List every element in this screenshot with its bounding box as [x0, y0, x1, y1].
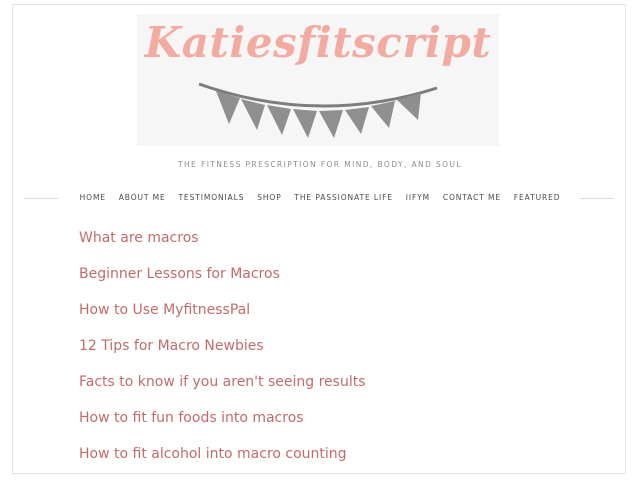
link-what-are-macros[interactable]: What are macros — [79, 230, 199, 246]
list-item: How to fit fun foods into macros — [79, 408, 366, 444]
nav-item-featured[interactable]: FEATURED — [514, 193, 561, 202]
list-item: How to Use MyfitnessPal — [79, 300, 366, 336]
site-logo[interactable]: Katiesfitscript — [137, 18, 499, 67]
nav-item-contact-me[interactable]: CONTACT ME — [443, 193, 501, 202]
main-nav: HOME ABOUT ME TESTIMONIALS SHOP THE PASS… — [0, 193, 640, 202]
list-item: Beginner Lessons for Macros — [79, 264, 366, 300]
nav-item-shop[interactable]: SHOP — [257, 193, 281, 202]
link-fun-foods[interactable]: How to fit fun foods into macros — [79, 410, 304, 426]
site-tagline: THE FITNESS PRESCRIPTION FOR MIND, BODY,… — [178, 160, 462, 169]
list-item: What are macros — [79, 228, 366, 264]
list-item: 12 Tips for Macro Newbies — [79, 336, 366, 372]
link-how-to-use-myfitnesspal[interactable]: How to Use MyfitnessPal — [79, 302, 250, 318]
nav-item-the-passionate-life[interactable]: THE PASSIONATE LIFE — [294, 193, 393, 202]
macro-article-list: What are macros Beginner Lessons for Mac… — [79, 228, 366, 480]
nav-item-home[interactable]: HOME — [80, 193, 106, 202]
nav-item-testimonials[interactable]: TESTIMONIALS — [178, 193, 244, 202]
link-alcohol[interactable]: How to fit alcohol into macro counting — [79, 446, 347, 462]
list-item: Facts to know if you aren't seeing resul… — [79, 372, 366, 408]
link-beginner-lessons[interactable]: Beginner Lessons for Macros — [79, 266, 280, 282]
link-12-tips[interactable]: 12 Tips for Macro Newbies — [79, 338, 264, 354]
nav-item-about-me[interactable]: ABOUT ME — [119, 193, 166, 202]
nav-item-iifym[interactable]: IIFYM — [406, 193, 430, 202]
list-item: How to fit alcohol into macro counting — [79, 444, 366, 480]
link-facts-to-know[interactable]: Facts to know if you aren't seeing resul… — [79, 374, 366, 390]
bunting-banner-icon — [198, 82, 438, 138]
header-banner[interactable]: Katiesfitscript — [137, 14, 499, 146]
